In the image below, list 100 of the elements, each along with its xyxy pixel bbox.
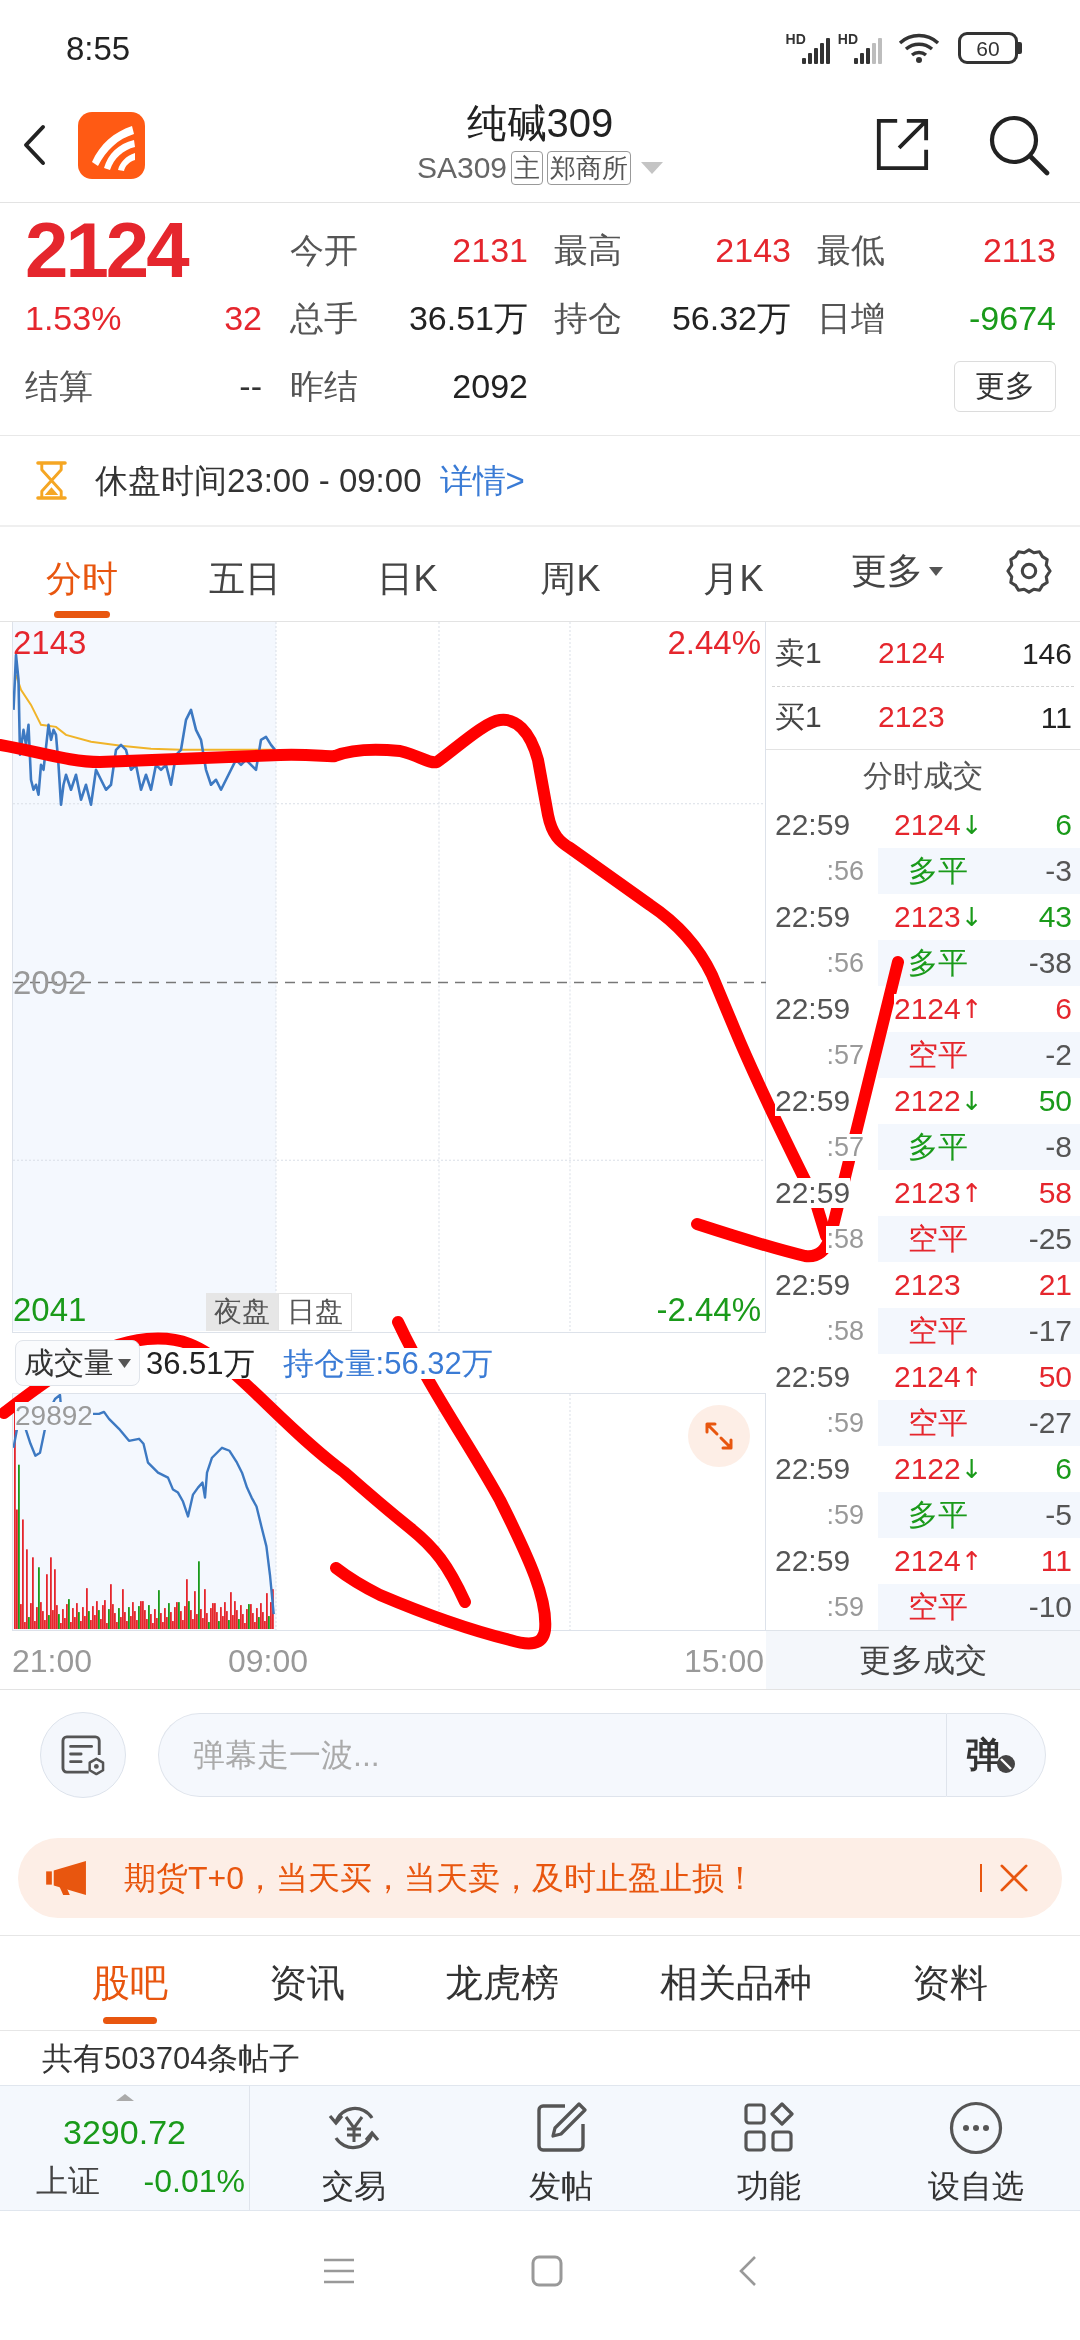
trade-action: 多平	[908, 856, 968, 886]
contract-tag: 郑商所	[547, 151, 632, 185]
stat-label: 持仓	[554, 301, 622, 335]
order-side-label: 卖1	[775, 636, 822, 669]
axis-high-price: 2143	[13, 626, 87, 659]
trade-seconds: :58	[826, 1225, 864, 1253]
expand-icon[interactable]	[688, 1405, 750, 1467]
session-toggle[interactable]: 日盘	[278, 1293, 352, 1331]
trade-action: 多平	[908, 1132, 968, 1162]
home-icon[interactable]	[531, 2254, 563, 2287]
caret-icon	[115, 2094, 134, 2101]
toolbar-item[interactable]: 交易	[250, 2086, 458, 2210]
trade-action: 空平	[908, 1224, 968, 1254]
trade-volume: 21	[1038, 1270, 1073, 1300]
grid-icon	[742, 2102, 795, 2154]
chart-tab[interactable]: 分时	[0, 527, 163, 621]
trade-time: 22:59	[775, 1178, 851, 1208]
index-change: -0.01%	[143, 2165, 245, 2197]
search-icon[interactable]	[988, 114, 1050, 176]
trade-volume: 58	[1038, 1178, 1073, 1208]
contract-code: SA309	[416, 153, 508, 183]
trade-volume: 11	[1040, 1546, 1073, 1576]
edit-icon	[535, 2102, 588, 2154]
more-button[interactable]: 更多	[954, 360, 1056, 412]
trade-action: 空平	[908, 1408, 968, 1438]
chart-tab[interactable]: 月K	[652, 527, 815, 621]
position-change: -25	[1028, 1224, 1073, 1254]
stat-value: 2143	[715, 233, 791, 267]
stat-value: 56.32万	[671, 301, 791, 335]
wifi-icon	[898, 33, 940, 63]
open-interest-value: 持仓量:56.32万	[282, 1347, 493, 1379]
trade-action: 多平	[908, 1500, 968, 1530]
close-icon[interactable]	[1000, 1863, 1028, 1892]
axis-low-price: 2041	[13, 1293, 87, 1326]
axis-low-percent: -2.44%	[656, 1293, 761, 1326]
price-change: 32	[224, 301, 262, 335]
stat-label: 总手	[290, 301, 358, 335]
stat-value: 2113	[982, 233, 1056, 267]
settings-icon[interactable]	[1006, 548, 1052, 594]
volume-value: 36.51万	[146, 1347, 255, 1379]
content-tab[interactable]: 相关品种	[659, 1936, 812, 2030]
position-change: -38	[1028, 948, 1073, 978]
more-menu-tab[interactable]: 更多	[815, 527, 978, 621]
content-tab[interactable]: 股吧	[92, 1936, 168, 2030]
session-toggle[interactable]: 夜盘	[206, 1293, 278, 1331]
more-trades-button[interactable]: 更多成交	[766, 1630, 1080, 1689]
trades-title: 分时成交	[863, 761, 983, 791]
toolbar-item[interactable]: 发帖	[457, 2086, 665, 2210]
trading-break-text: 休盘时间23:00 - 09:00	[95, 464, 422, 497]
details-link[interactable]: 详情>	[439, 464, 525, 497]
banner-text: 期货T+0，当天买，当天卖，及时止盈止损！	[124, 1861, 757, 1894]
chart-tab[interactable]: 周K	[489, 527, 652, 621]
menu-icon[interactable]	[323, 2257, 355, 2284]
trade-action: 空平	[908, 1316, 968, 1346]
index-name: 上证	[36, 2165, 100, 2197]
stat-label: 昨结	[290, 369, 358, 403]
post-count: 共有503704条帖子	[42, 2042, 301, 2074]
trade-volume: 50	[1038, 1086, 1073, 1116]
position-change: -27	[1028, 1408, 1073, 1438]
time-axis-label: 21:00	[12, 1645, 93, 1677]
stat-label: 最高	[554, 233, 622, 267]
stat-label: 日增	[817, 301, 885, 335]
order-price: 2124	[878, 636, 945, 669]
order-side-label: 买1	[775, 700, 822, 733]
battery-indicator: 60	[958, 32, 1022, 64]
share-icon[interactable]	[874, 117, 930, 173]
last-price: 2124	[25, 211, 187, 289]
trade-action: 空平	[908, 1040, 968, 1070]
indicator-selector[interactable]: 成交量	[15, 1340, 140, 1386]
stat-label: 结算	[25, 369, 93, 403]
danmaku-input[interactable]: 弹幕走一波...	[158, 1713, 946, 1797]
position-change: -10	[1028, 1592, 1073, 1622]
app-logo-icon	[78, 111, 145, 179]
order-quantity: 146	[1021, 639, 1073, 669]
contract-tag: 主	[511, 151, 544, 185]
trade-action: 多平	[908, 948, 968, 978]
chart-tab[interactable]: 日K	[326, 527, 489, 621]
network-type-label: HD	[785, 32, 806, 46]
hourglass-icon	[35, 461, 68, 500]
toolbar-item[interactable]: 设自选	[872, 2086, 1080, 2210]
back-icon[interactable]	[22, 124, 46, 166]
contract-title: 纯碱309	[466, 100, 614, 147]
position-change: -8	[1045, 1132, 1073, 1162]
index-value: 3290.72	[63, 2115, 186, 2149]
more-options-icon	[949, 2101, 1004, 2155]
axis-high-percent: 2.44%	[667, 626, 761, 659]
danmaku-toggle-button[interactable]: 弹	[946, 1713, 1046, 1797]
position-change: -3	[1045, 856, 1073, 886]
trade-volume: 6	[1055, 994, 1073, 1024]
dropdown-caret-icon	[118, 1358, 131, 1368]
dropdown-caret-icon	[928, 566, 943, 576]
position-change: -2	[1045, 1040, 1073, 1070]
content-tab[interactable]: 资料	[912, 1936, 988, 2030]
chart-tab[interactable]: 五日	[163, 527, 326, 621]
trade-volume: 6	[1055, 1454, 1073, 1484]
toolbar-item[interactable]: 功能	[665, 2086, 873, 2210]
trade-seconds: :57	[826, 1133, 864, 1161]
content-tab[interactable]: 资讯	[268, 1936, 345, 2030]
content-tab[interactable]: 龙虎榜	[445, 1936, 559, 2030]
dropdown-caret-icon	[641, 162, 664, 174]
